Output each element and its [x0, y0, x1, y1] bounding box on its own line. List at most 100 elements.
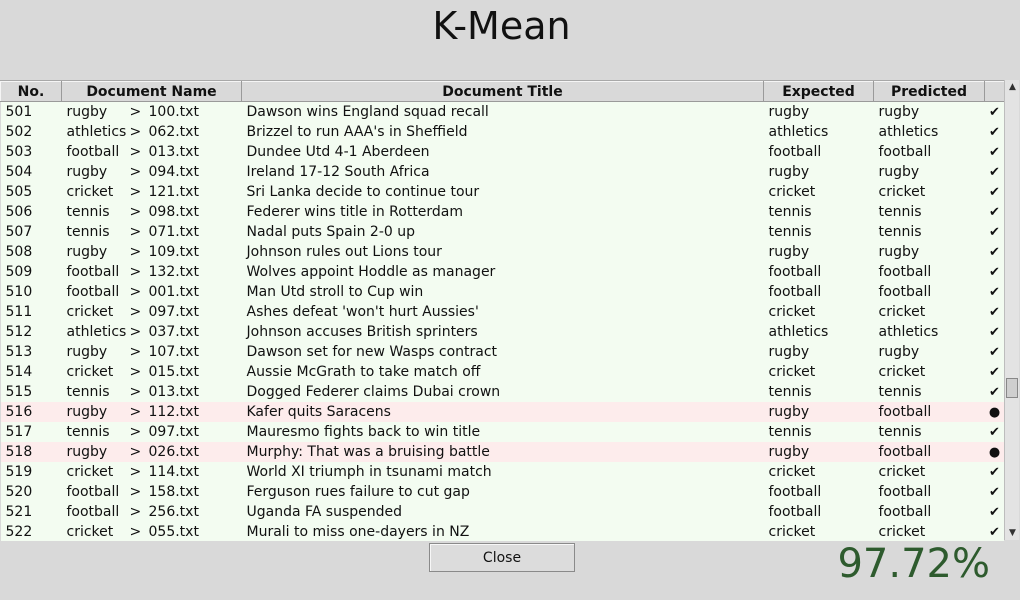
document-category: rugby — [66, 344, 108, 360]
cell-predicted: football — [873, 442, 985, 462]
vertical-scrollbar[interactable]: ▲ ▼ — [1004, 80, 1019, 540]
table-row[interactable]: 502 athletics >062.txt Brizzel to run AAA's… — [0, 122, 1004, 142]
document-category: rugby — [66, 444, 108, 460]
cell-no: 520 — [0, 482, 62, 502]
arrow-up-icon[interactable]: ▲ — [1005, 80, 1020, 94]
document-category: athletics — [66, 124, 127, 140]
cell-document-title: Mauresmo fights back to win title — [241, 422, 764, 442]
cell-no: 508 — [0, 242, 62, 262]
check-icon: ✔ — [984, 322, 1004, 342]
table-row[interactable]: 511 cricket >097.txt Ashes defeat 'won't hu… — [0, 302, 1004, 322]
column-header-expected[interactable]: Expected — [763, 81, 874, 102]
path-separator: > — [129, 504, 142, 520]
path-separator: > — [129, 124, 142, 140]
table-row[interactable]: 506 tennis >098.txt Federer wins title in R… — [0, 202, 1004, 222]
scrollbar-thumb[interactable] — [1006, 378, 1018, 398]
document-file: 055.txt — [148, 524, 199, 540]
path-separator: > — [129, 184, 142, 200]
close-button[interactable]: Close — [429, 543, 575, 572]
check-icon: ✔ — [984, 422, 1004, 442]
cell-document-name: tennis >013.txt — [61, 382, 242, 402]
cell-document-name: rugby >109.txt — [61, 242, 242, 262]
path-separator: > — [129, 384, 142, 400]
cell-no: 509 — [0, 262, 62, 282]
check-icon: ✔ — [984, 502, 1004, 522]
cell-document-title: Dundee Utd 4-1 Aberdeen — [241, 142, 764, 162]
document-file: 109.txt — [148, 244, 199, 260]
document-category: cricket — [66, 364, 114, 380]
column-header-no[interactable]: No. — [0, 81, 62, 102]
table-row[interactable]: 510 football >001.txt Man Utd stroll to Cup… — [0, 282, 1004, 302]
table-row[interactable]: 507 tennis >071.txt Nadal puts Spain 2-0 up… — [0, 222, 1004, 242]
cell-document-name: rugby >094.txt — [61, 162, 242, 182]
table-row[interactable]: 505 cricket >121.txt Sri Lanka decide to co… — [0, 182, 1004, 202]
table-row[interactable]: 501 rugby >100.txt Dawson wins England squa… — [0, 101, 1004, 122]
cell-predicted: cricket — [873, 182, 985, 202]
path-separator: > — [129, 164, 142, 180]
cell-no: 513 — [0, 342, 62, 362]
cell-no: 516 — [0, 402, 62, 422]
cell-no: 503 — [0, 142, 62, 162]
cell-expected: tennis — [763, 422, 874, 442]
document-file: 107.txt — [148, 344, 199, 360]
table-row[interactable]: 517 tennis >097.txt Mauresmo fights back to… — [0, 422, 1004, 442]
column-header-document-name[interactable]: Document Name — [61, 81, 242, 102]
document-category: cricket — [66, 304, 114, 320]
document-category: football — [66, 264, 120, 280]
document-category: football — [66, 484, 120, 500]
cell-document-title: Johnson accuses British sprinters — [241, 322, 764, 342]
path-separator: > — [129, 264, 142, 280]
column-header-document-title[interactable]: Document Title — [241, 81, 764, 102]
check-icon: ✔ — [984, 462, 1004, 482]
cell-predicted: athletics — [873, 322, 985, 342]
cell-document-name: rugby >112.txt — [61, 402, 242, 422]
column-header-predicted[interactable]: Predicted — [873, 81, 985, 102]
cell-predicted: football — [873, 482, 985, 502]
check-icon: ✔ — [984, 342, 1004, 362]
document-file: 001.txt — [148, 284, 199, 300]
table-row[interactable]: 513 rugby >107.txt Dawson set for new Wasps… — [0, 342, 1004, 362]
cell-expected: football — [763, 262, 874, 282]
cell-expected: tennis — [763, 222, 874, 242]
cell-predicted: cricket — [873, 362, 985, 382]
cell-expected: cricket — [763, 362, 874, 382]
path-separator: > — [129, 344, 142, 360]
table-row[interactable]: 512 athletics >037.txt Johnson accuses Brit… — [0, 322, 1004, 342]
table-row[interactable]: 508 rugby >109.txt Johnson rules out Lions … — [0, 242, 1004, 262]
table-row[interactable]: 518 rugby >026.txt Murphy: That was a bruis… — [0, 442, 1004, 462]
table-row[interactable]: 504 rugby >094.txt Ireland 17-12 South Afri… — [0, 162, 1004, 182]
cell-predicted: football — [873, 262, 985, 282]
check-icon: ✔ — [984, 382, 1004, 402]
cell-no: 511 — [0, 302, 62, 322]
cell-document-title: Man Utd stroll to Cup win — [241, 282, 764, 302]
cell-document-title: Sri Lanka decide to continue tour — [241, 182, 764, 202]
document-category: football — [66, 144, 120, 160]
table-row[interactable]: 520 football >158.txt Ferguson rues failure… — [0, 482, 1004, 502]
table-row[interactable]: 509 football >132.txt Wolves appoint Hoddle… — [0, 262, 1004, 282]
cell-document-title: Kafer quits Saracens — [241, 402, 764, 422]
arrow-down-icon[interactable]: ▼ — [1005, 526, 1020, 540]
table-row[interactable]: 514 cricket >015.txt Aussie McGrath to take… — [0, 362, 1004, 382]
document-category: rugby — [66, 164, 108, 180]
path-separator: > — [129, 304, 142, 320]
table-row[interactable]: 521 football >256.txt Uganda FA suspended fo… — [0, 502, 1004, 522]
column-header-status[interactable] — [984, 81, 1004, 102]
path-separator: > — [129, 204, 142, 220]
table-row[interactable]: 519 cricket >114.txt World XI triumph in ts… — [0, 462, 1004, 482]
document-file: 037.txt — [148, 324, 199, 340]
cell-expected: cricket — [763, 302, 874, 322]
table-row[interactable]: 503 football >013.txt Dundee Utd 4-1 Aberde… — [0, 142, 1004, 162]
table-row[interactable]: 516 rugby >112.txt Kafer quits Saracens rugb… — [0, 402, 1004, 422]
cell-predicted: cricket — [873, 302, 985, 322]
document-category: tennis — [66, 384, 110, 400]
check-icon: ✔ — [984, 101, 1004, 122]
results-table: No. Document Name Document Title Expecte… — [0, 81, 1004, 541]
check-icon: ✔ — [984, 362, 1004, 382]
cell-document-name: football >256.txt — [61, 502, 242, 522]
cell-predicted: tennis — [873, 202, 985, 222]
cell-document-title: Brizzel to run AAA's in Sheffield — [241, 122, 764, 142]
cell-document-name: football >013.txt — [61, 142, 242, 162]
check-icon: ✔ — [984, 182, 1004, 202]
table-row[interactable]: 515 tennis >013.txt Dogged Federer claims D… — [0, 382, 1004, 402]
document-file: 097.txt — [148, 424, 199, 440]
